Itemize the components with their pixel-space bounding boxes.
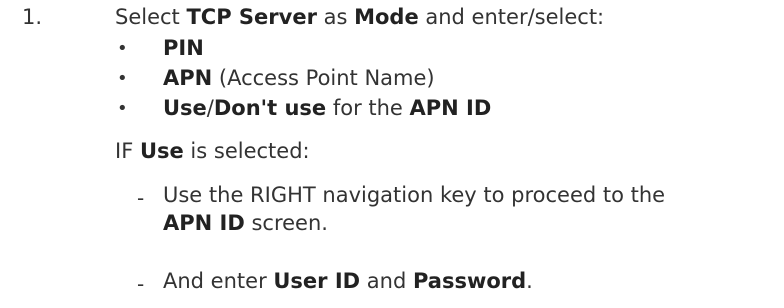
intro-bold-tcp-server: TCP Server xyxy=(186,5,317,29)
bullet-marker: • xyxy=(117,68,128,89)
intro-bold-mode: Mode xyxy=(354,5,419,29)
bullet-use-sep: / xyxy=(206,96,214,120)
substep-2-bold-password: Password xyxy=(412,269,527,293)
step-intro: Select TCP Server as Mode and enter/sele… xyxy=(115,4,604,30)
condition-prefix: IF xyxy=(115,139,140,163)
dash-marker: - xyxy=(137,186,145,210)
condition-line: IF Use is selected: xyxy=(115,138,310,164)
condition-bold-use: Use xyxy=(139,139,184,163)
bullet-apn-rest: (Access Point Name) xyxy=(212,66,435,90)
bullet-use-mid: for the xyxy=(326,96,410,120)
dash-marker: - xyxy=(137,272,145,296)
substep-2-text-1: And enter xyxy=(163,269,274,293)
substep-1-bold-apn-id: APN ID xyxy=(163,211,245,235)
bullet-apn-id-bold: APN ID xyxy=(409,96,492,120)
bullet-item-use: Use/Don't use for the APN ID xyxy=(163,95,491,121)
condition-suffix: is selected: xyxy=(183,139,310,163)
bullet-marker: • xyxy=(117,38,128,59)
step-number: 1. xyxy=(22,5,43,29)
intro-text-3: and enter/select: xyxy=(418,5,605,29)
bullet-pin-bold: PIN xyxy=(163,36,204,60)
bullet-marker: • xyxy=(117,98,128,119)
substep-2-text-3: . xyxy=(526,269,533,293)
substep-1-rest: screen. xyxy=(244,211,328,235)
substep-2-bold-user-id: User ID xyxy=(273,269,361,293)
substep-2-line: And enter User ID and Password. xyxy=(163,268,533,294)
intro-text-2: as xyxy=(316,5,355,29)
bullet-item-apn: APN (Access Point Name) xyxy=(163,65,435,91)
bullet-dont-use-bold: Don't use xyxy=(213,96,327,120)
substep-1-line-1: Use the RIGHT navigation key to proceed … xyxy=(163,183,666,207)
substep-2-text-2: and xyxy=(360,269,413,293)
bullet-use-bold: Use xyxy=(163,96,207,120)
bullet-apn-bold: APN xyxy=(163,66,213,90)
intro-text-1: Select xyxy=(115,5,187,29)
bullet-item-pin: PIN xyxy=(163,35,204,61)
substep-1-line-2: APN ID screen. xyxy=(163,210,328,236)
